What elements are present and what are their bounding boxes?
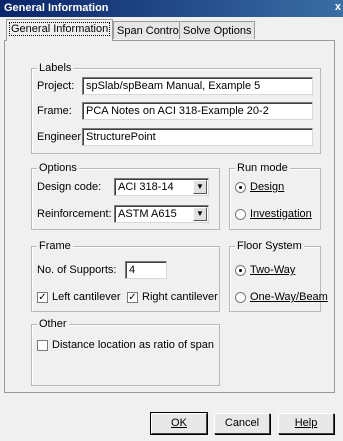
left-cantilever-label: Left cantilever bbox=[52, 291, 121, 303]
tab-label: Solve Options bbox=[183, 25, 252, 37]
design-code-label: Design code: bbox=[37, 181, 102, 193]
design-code-select[interactable]: ACI 318-14 ▼ bbox=[114, 178, 209, 196]
group-legend: Frame bbox=[37, 239, 73, 253]
frame-input[interactable]: PCA Notes on ACI 318-Example 20-2 bbox=[82, 102, 313, 120]
reinforcement-select[interactable]: ASTM A615 ▼ bbox=[114, 205, 209, 223]
tab-label: Span Control bbox=[117, 25, 182, 37]
tab-general-information[interactable]: General Information bbox=[6, 19, 114, 41]
design-radio-label: Design bbox=[250, 180, 284, 194]
group-legend: Run mode bbox=[235, 161, 290, 175]
design-radio-text: Design bbox=[250, 181, 285, 193]
title-bar: General Information x bbox=[0, 0, 343, 17]
help-button-label: Help bbox=[294, 417, 318, 429]
one-way-radio-text: One-Way/Beam bbox=[250, 291, 328, 303]
close-icon[interactable]: x bbox=[335, 1, 341, 13]
design-radio[interactable] bbox=[235, 182, 246, 193]
tab-label: General Information bbox=[8, 22, 111, 36]
ok-button[interactable]: OK bbox=[150, 412, 208, 435]
investigation-radio-text: Investigation bbox=[250, 208, 312, 220]
dropdown-arrow-icon[interactable]: ▼ bbox=[193, 180, 207, 194]
project-label: Project: bbox=[37, 80, 75, 92]
two-way-radio-text: Two-Way bbox=[250, 264, 296, 276]
investigation-radio-label: Investigation bbox=[250, 207, 312, 221]
reinforcement-value: ASTM A615 bbox=[118, 208, 177, 220]
tab-span-control[interactable]: Span Control bbox=[113, 21, 186, 39]
reinforcement-label: Reinforcement: bbox=[37, 208, 112, 220]
left-cantilever-checkbox[interactable]: ✓ bbox=[37, 292, 48, 303]
help-button[interactable]: Help bbox=[278, 413, 334, 434]
cancel-button[interactable]: Cancel bbox=[214, 413, 270, 434]
investigation-radio[interactable] bbox=[235, 209, 246, 220]
frame-label: Frame: bbox=[37, 105, 72, 117]
window-title: General Information bbox=[4, 2, 109, 14]
group-legend: Other bbox=[37, 317, 69, 331]
engineer-input[interactable]: StructurePoint bbox=[82, 128, 313, 146]
cancel-button-label: Cancel bbox=[224, 417, 260, 429]
right-cantilever-checkbox[interactable]: ✓ bbox=[127, 292, 138, 303]
group-legend: Labels bbox=[37, 61, 74, 75]
distance-ratio-checkbox[interactable] bbox=[37, 340, 48, 351]
ok-button-label: OK bbox=[171, 417, 187, 429]
supports-input[interactable]: 4 bbox=[125, 261, 167, 279]
project-input[interactable]: spSlab/spBeam Manual, Example 5 bbox=[82, 77, 313, 95]
group-legend: Options bbox=[37, 161, 79, 175]
group-legend: Floor System bbox=[235, 239, 304, 253]
tab-solve-options[interactable]: Solve Options bbox=[179, 21, 256, 39]
other-group: Other bbox=[31, 317, 220, 386]
one-way-radio[interactable] bbox=[235, 292, 246, 303]
two-way-radio[interactable] bbox=[235, 265, 246, 276]
one-way-radio-label: One-Way/Beam bbox=[250, 290, 328, 304]
dropdown-arrow-icon[interactable]: ▼ bbox=[193, 207, 207, 221]
design-code-value: ACI 318-14 bbox=[118, 181, 174, 193]
supports-label: No. of Supports: bbox=[37, 264, 117, 276]
right-cantilever-label: Right cantilever bbox=[142, 291, 218, 303]
engineer-label: Engineer: bbox=[37, 131, 85, 143]
two-way-radio-label: Two-Way bbox=[250, 263, 295, 277]
distance-ratio-label: Distance location as ratio of span bbox=[52, 339, 215, 351]
